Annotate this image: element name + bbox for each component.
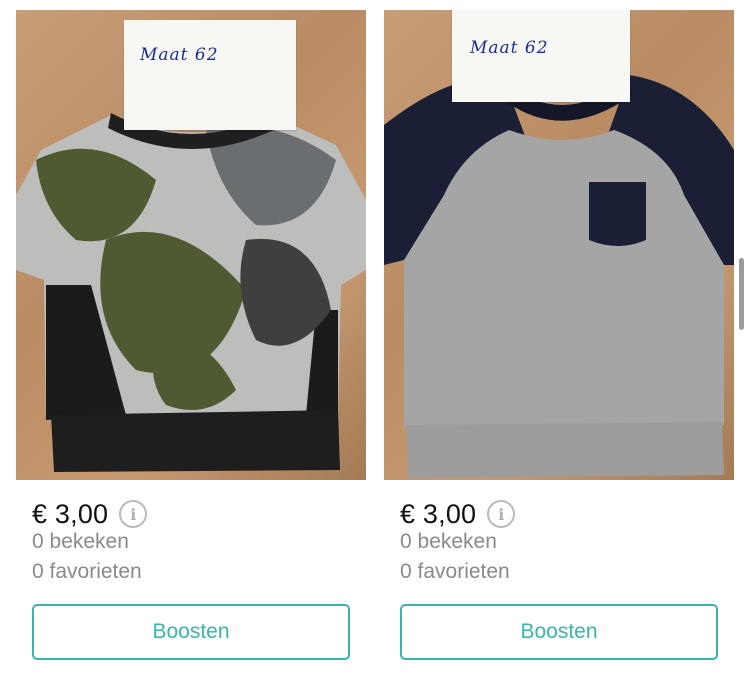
info-icon[interactable]: i xyxy=(119,500,148,528)
size-note-paper-2: Maat 62 xyxy=(452,10,630,102)
views-count-2: 0 bekeken xyxy=(400,530,497,553)
price-label-1: € 3,00 xyxy=(32,498,109,529)
boost-button-1[interactable]: Boosten xyxy=(32,604,350,660)
views-count-1: 0 bekeken xyxy=(32,530,129,553)
listing-card-1: Maat 62 € 3,00 i 0 bekeken 0 favorieten … xyxy=(16,10,368,660)
price-label-2: € 3,00 xyxy=(400,498,477,529)
listing-photo-2[interactable]: Maat 62 xyxy=(384,10,734,480)
listing-card-2: Maat 62 € 3,00 i 0 bekeken 0 favorieten … xyxy=(384,10,736,660)
size-note-text-2: Maat 62 xyxy=(470,38,549,58)
size-note-paper-1: Maat 62 xyxy=(124,20,296,130)
price-row-2: € 3,00 i xyxy=(400,497,516,531)
vertical-scrollbar[interactable] xyxy=(739,258,744,330)
boost-button-2[interactable]: Boosten xyxy=(400,604,718,660)
favorites-count-2: 0 favorieten xyxy=(400,560,510,583)
favorites-count-1: 0 favorieten xyxy=(32,560,142,583)
info-icon[interactable]: i xyxy=(487,500,516,528)
size-note-text-1: Maat 62 xyxy=(140,45,219,65)
listing-photo-1[interactable]: Maat 62 xyxy=(16,10,366,480)
price-row-1: € 3,00 i xyxy=(32,497,148,531)
